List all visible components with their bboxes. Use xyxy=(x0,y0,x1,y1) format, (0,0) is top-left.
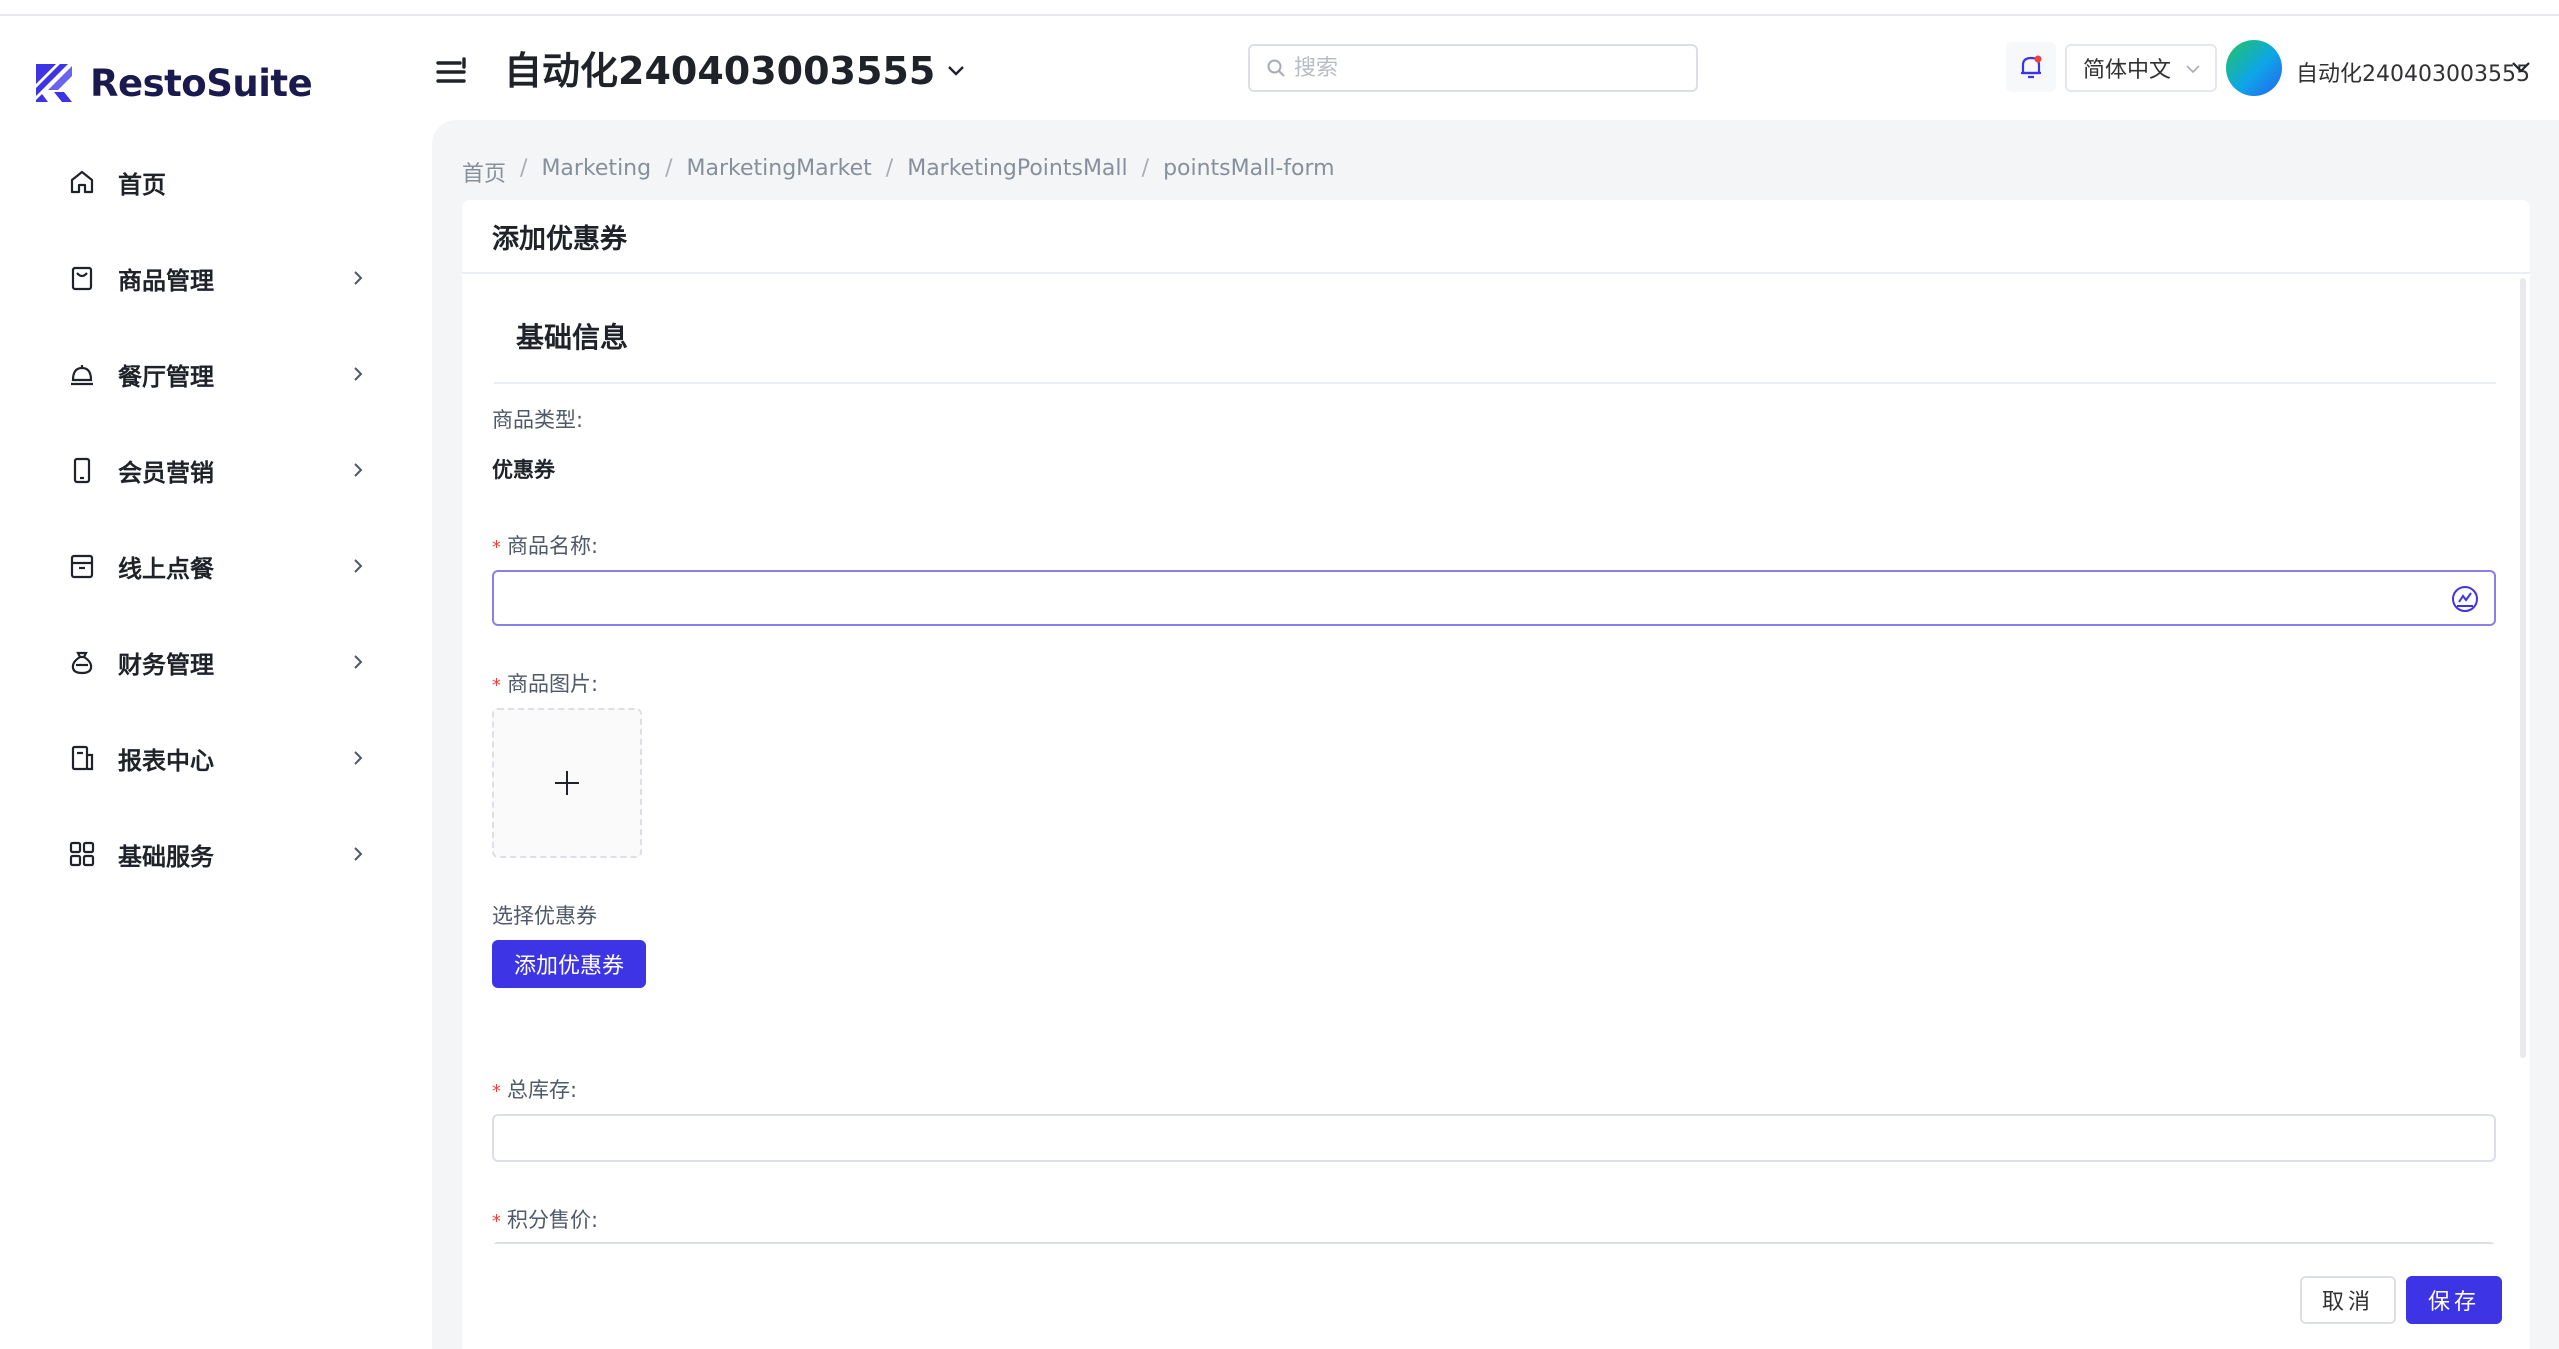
chevron-down-icon[interactable] xyxy=(2510,60,2532,76)
notifications-button[interactable] xyxy=(2006,42,2056,92)
required-mark: * xyxy=(492,675,501,696)
total-stock-field[interactable] xyxy=(492,1114,2496,1162)
cloche-icon xyxy=(66,358,98,390)
section-divider xyxy=(494,382,2496,384)
label-text: 商品名称: xyxy=(507,534,599,558)
sidebar-item-label: 首页 xyxy=(118,170,166,199)
language-label: 简体中文 xyxy=(2083,58,2172,83)
bell-icon xyxy=(2021,55,2042,79)
sidebar-menu: 首页 商品管理 餐厅管理 会员营销 线上点餐 财务管理 报表中心 基础服务 xyxy=(0,134,432,902)
chevron-right-icon xyxy=(354,367,363,381)
search-icon xyxy=(1267,59,1285,77)
label-text: 积分售价: xyxy=(507,1208,599,1232)
store-box-icon xyxy=(66,550,98,582)
sidebar-item-basic-services[interactable]: 基础服务 xyxy=(0,806,432,902)
plus-icon xyxy=(555,771,579,795)
logo[interactable]: RestoSuite xyxy=(34,48,313,118)
product-type-label: 商品类型: xyxy=(492,408,584,432)
chevron-down-icon xyxy=(948,65,965,76)
home-icon xyxy=(66,166,98,198)
sidebar-item-label: 基础服务 xyxy=(118,842,214,871)
sidebar-item-home[interactable]: 首页 xyxy=(0,134,432,230)
search-box[interactable] xyxy=(1248,44,1698,92)
chevron-down-icon xyxy=(2186,65,2200,74)
scrollbar[interactable] xyxy=(2520,278,2526,1058)
breadcrumb-item-marketing[interactable]: Marketing xyxy=(541,156,651,188)
chevron-right-icon xyxy=(354,271,363,285)
form-footer: 取消 保存 xyxy=(462,1246,2530,1349)
sidebar-item-label: 报表中心 xyxy=(118,746,214,775)
report-icon xyxy=(66,742,98,774)
restosuite-logo-icon xyxy=(36,64,72,102)
sidebar-item-member-marketing[interactable]: 会员营销 xyxy=(0,422,432,518)
product-name-label: * 商品名称: xyxy=(492,530,598,560)
page-title: 添加优惠券 xyxy=(492,223,627,255)
store-name: 自动化240403003555 xyxy=(504,49,936,93)
phone-icon xyxy=(66,454,98,486)
total-stock-label: * 总库存: xyxy=(492,1074,577,1104)
avatar[interactable] xyxy=(2226,40,2282,96)
section-title: 基础信息 xyxy=(516,321,629,354)
product-image-label: * 商品图片: xyxy=(492,668,598,698)
chevron-right-icon xyxy=(354,463,363,477)
cancel-button[interactable]: 取消 xyxy=(2300,1276,2396,1324)
sidebar-item-label: 会员营销 xyxy=(118,458,214,487)
required-mark: * xyxy=(492,1081,501,1102)
bag-icon xyxy=(66,262,98,294)
sidebar-item-label: 商品管理 xyxy=(118,266,214,295)
sidebar-item-finance[interactable]: 财务管理 xyxy=(0,614,432,710)
sidebar-item-reports[interactable]: 报表中心 xyxy=(0,710,432,806)
form-scroll-area[interactable]: 基础信息 商品类型: 优惠券 * 商品名称: * 商品图片: 选择优惠券 添加优惠券… xyxy=(462,276,2530,1244)
chevron-right-icon xyxy=(354,751,363,765)
search-input[interactable] xyxy=(1294,55,1674,81)
points-price-field[interactable] xyxy=(492,1242,2496,1244)
sidebar: RestoSuite 首页 商品管理 餐厅管理 会员营销 线上点餐 财务管理 报… xyxy=(0,16,432,1349)
breadcrumb-item-home[interactable]: 首页 xyxy=(462,156,506,188)
language-select[interactable]: 简体中文 xyxy=(2065,44,2217,92)
save-button[interactable]: 保存 xyxy=(2406,1276,2502,1324)
select-coupon-label: 选择优惠券 xyxy=(492,904,597,928)
sidebar-item-products[interactable]: 商品管理 xyxy=(0,230,432,326)
points-price-label: * 积分售价: xyxy=(492,1204,598,1234)
form-card: 添加优惠券 基础信息 商品类型: 优惠券 * 商品名称: * 商品图片: 选择优惠券… xyxy=(462,200,2530,1349)
image-upload-button[interactable] xyxy=(492,708,642,858)
grid-icon xyxy=(66,838,98,870)
sidebar-item-online-ordering[interactable]: 线上点餐 xyxy=(0,518,432,614)
chevron-right-icon xyxy=(354,847,363,861)
menu-toggle-icon[interactable] xyxy=(434,54,472,88)
required-mark: * xyxy=(492,537,501,558)
chevron-right-icon xyxy=(354,559,363,573)
brand-name: RestoSuite xyxy=(90,61,313,105)
translate-icon[interactable] xyxy=(2450,584,2480,614)
product-type-value: 优惠券 xyxy=(492,458,555,482)
add-coupon-button[interactable]: 添加优惠券 xyxy=(492,940,647,988)
product-name-input[interactable] xyxy=(494,572,2494,624)
store-switcher[interactable]: 自动化240403003555 xyxy=(504,40,967,95)
sidebar-item-label: 线上点餐 xyxy=(118,554,214,583)
sidebar-item-restaurant[interactable]: 餐厅管理 xyxy=(0,326,432,422)
breadcrumb: 首页 / Marketing / MarketingMarket / Marketin… xyxy=(462,156,1335,188)
label-text: 商品图片: xyxy=(507,672,599,696)
money-bag-icon xyxy=(66,646,98,678)
label-text: 总库存: xyxy=(507,1078,578,1102)
chevron-right-icon xyxy=(354,655,363,669)
product-name-field[interactable] xyxy=(492,570,2496,626)
breadcrumb-item-points-mall[interactable]: MarketingPointsMall xyxy=(907,156,1127,188)
card-header: 添加优惠券 xyxy=(462,200,2530,274)
sidebar-item-label: 餐厅管理 xyxy=(118,362,214,391)
total-stock-input[interactable] xyxy=(494,1116,2494,1160)
breadcrumb-item-marketing-market[interactable]: MarketingMarket xyxy=(687,156,872,188)
username[interactable]: 自动化240403003555 xyxy=(2296,56,2530,88)
required-mark: * xyxy=(492,1211,501,1232)
sidebar-item-label: 财务管理 xyxy=(118,650,214,679)
breadcrumb-item-current: pointsMall-form xyxy=(1163,156,1335,181)
